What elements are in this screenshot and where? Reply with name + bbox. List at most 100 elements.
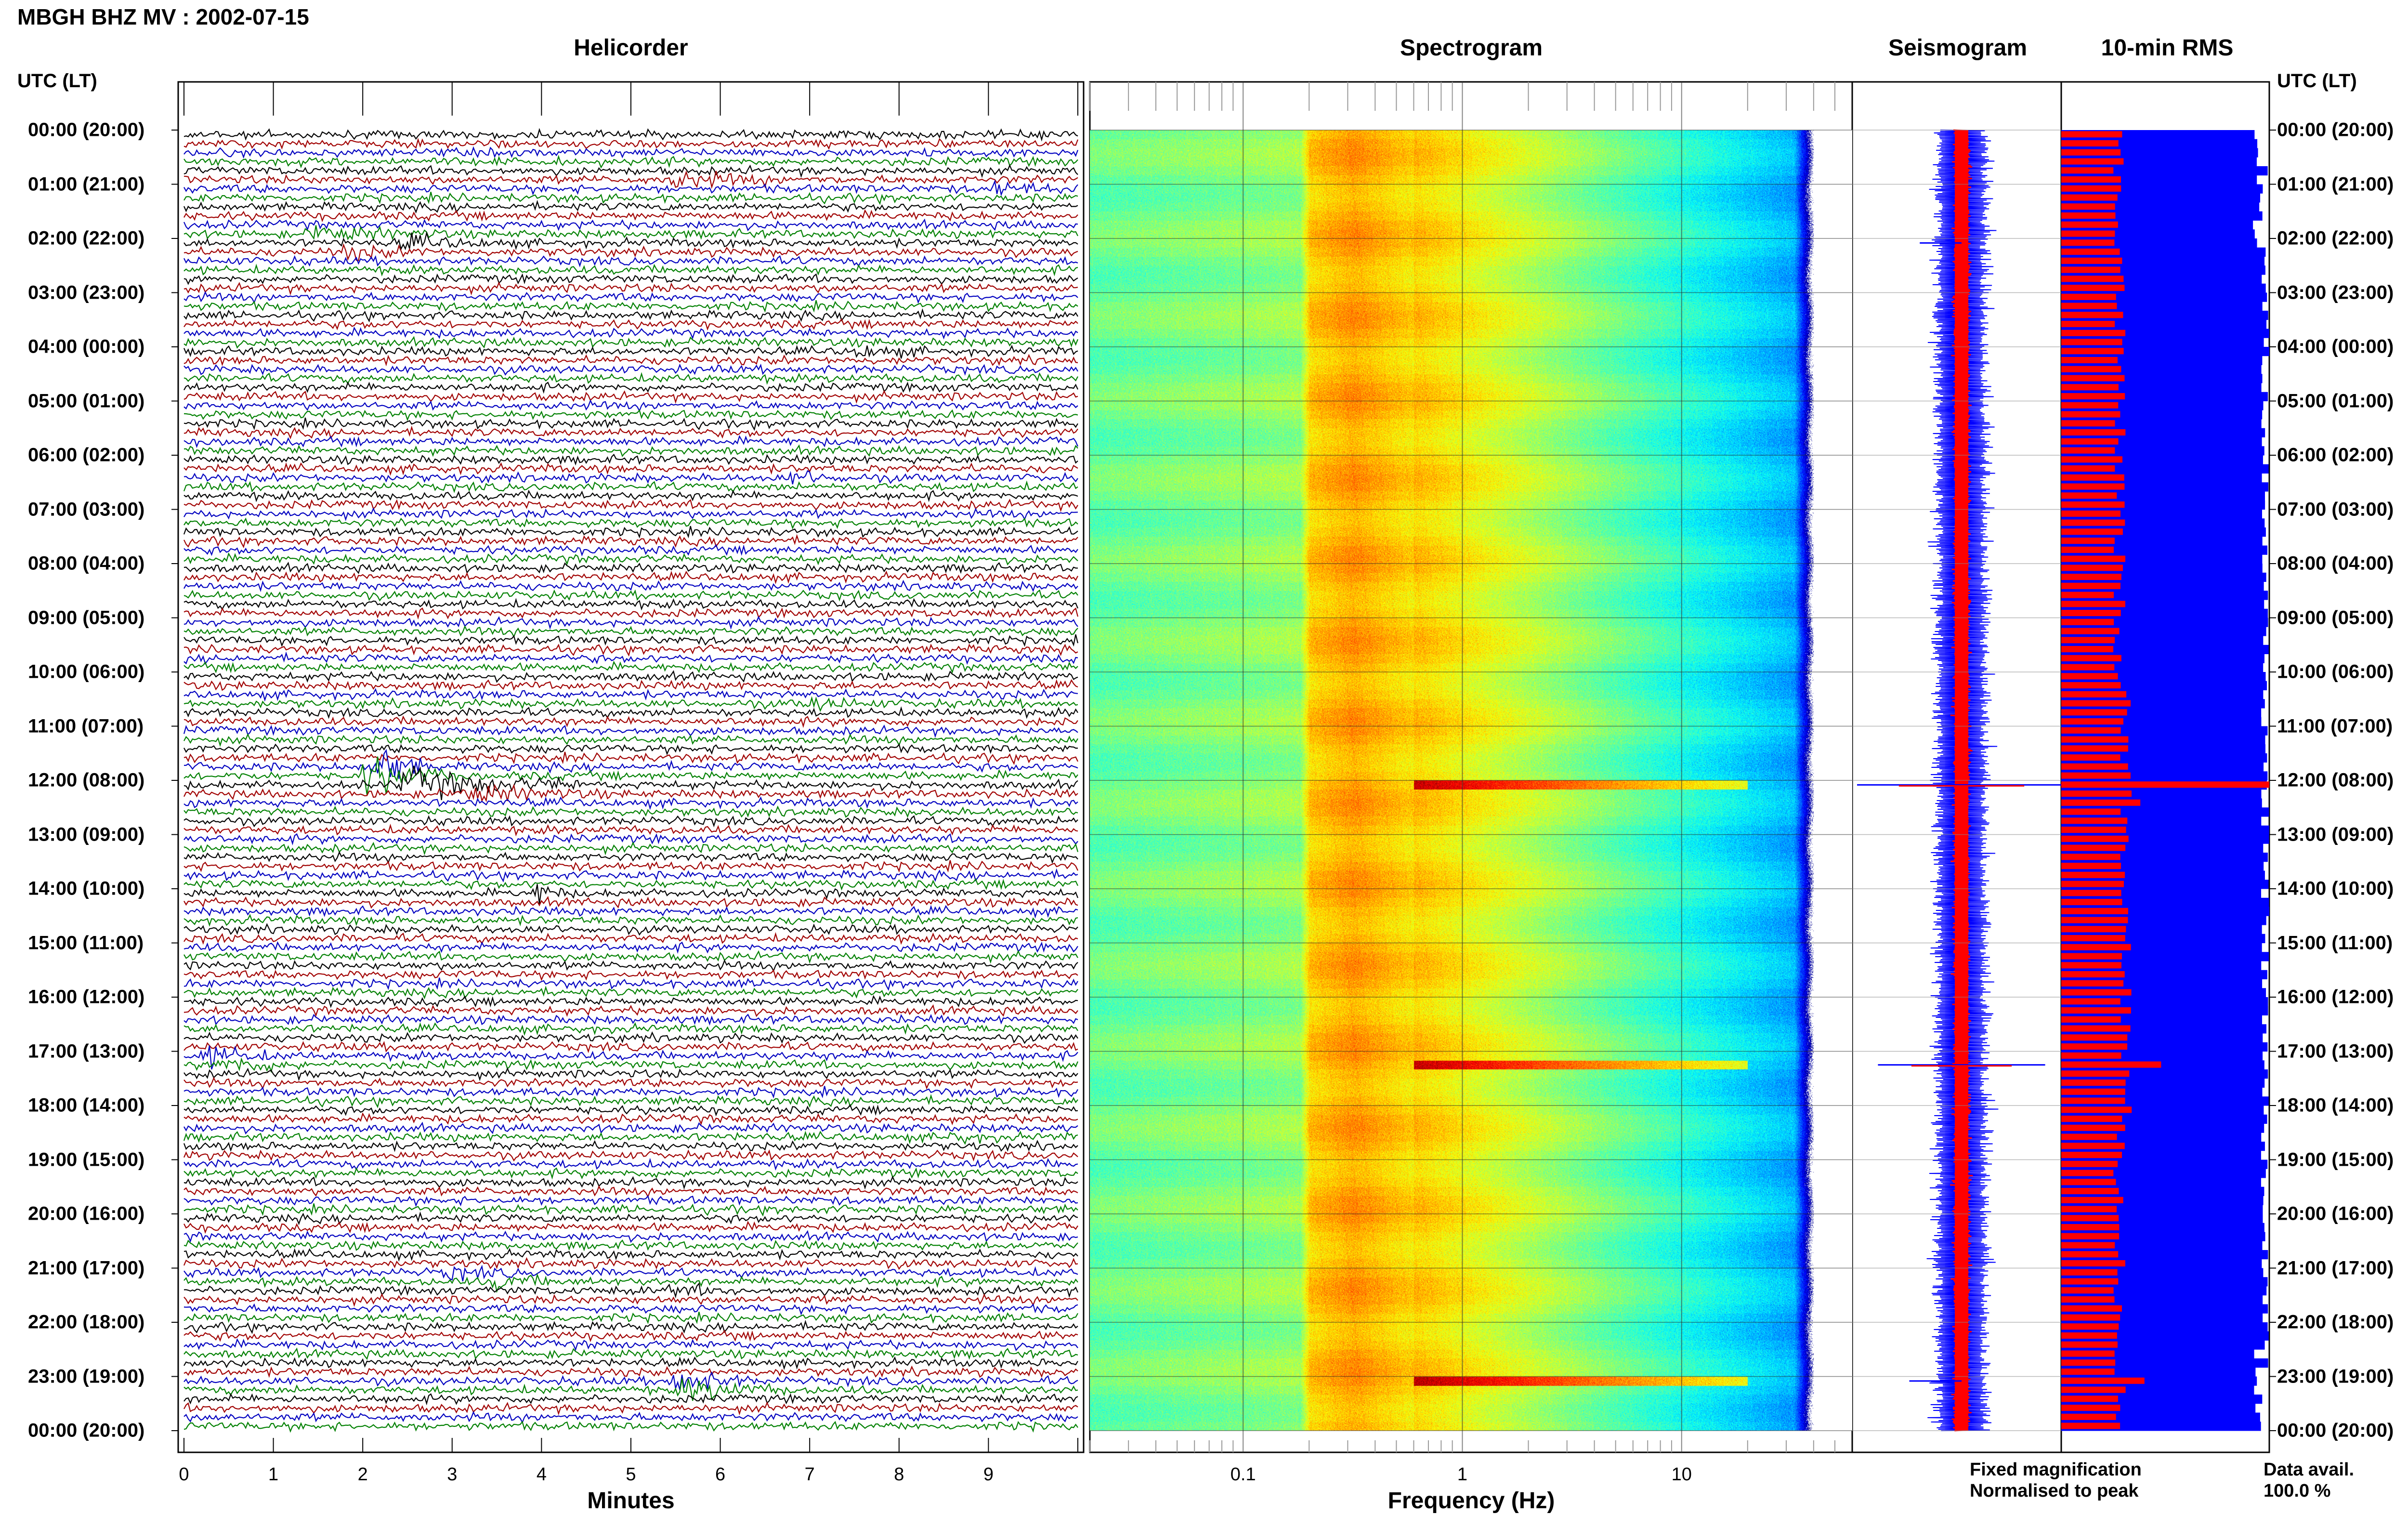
rms-normalised-bar [2061,944,2131,950]
rms-normalised-bar [2061,1124,2125,1131]
helicorder-trace [183,1022,1078,1036]
rms-normalised-bar [2061,980,2124,987]
rms-normalised-bar [2061,158,2124,165]
helicorder-trace [183,1104,1078,1117]
rms-normalised-bar [2061,221,2118,228]
rms-normalised-bar [2061,673,2118,680]
helicorder-trace [183,344,1078,359]
helicorder-trace [183,390,1078,404]
spectrogram-tick-label: 0.1 [1230,1464,1256,1485]
rms-normalised-bar [2061,510,2121,517]
rms-normalised-bar [2061,357,2118,364]
rms-normalised-bar [2061,700,2131,707]
helicorder-trace [183,544,1078,557]
legend-fixed: Fixed magnification [1970,1460,2142,1480]
helicorder-trace [183,146,1079,159]
rms-normalised-bar [2061,1143,2125,1149]
rms-normalised-bar [2061,1305,2122,1312]
helicorder-trace [183,1031,1078,1044]
helicorder-trace [183,1211,1078,1225]
rms-normalised-bar [2061,456,2123,463]
rms-normalised-bar [2061,835,2129,842]
rms-normalised-bar [2061,366,2121,372]
helicorder-trace [183,1057,1079,1073]
helicorder-trace [183,138,1079,150]
rms-normalised-bar [2061,312,2123,318]
helicorder-tick-label: 6 [715,1464,726,1485]
rms-normalised-bar [2061,447,2115,454]
rms-normalised-bar [2061,1314,2120,1321]
helicorder-trace [183,570,1078,584]
helicorder-trace [183,1094,1078,1108]
rms-normalised-bar [2061,799,2141,806]
helicorder-tick-label: 3 [447,1464,458,1485]
rms-normalised-bar [2061,321,2115,328]
helicorder-trace [183,851,1078,864]
rms-normalised-bar [2061,718,2123,725]
helicorder-trace [183,815,1078,828]
rms-normalised-bar [2061,772,2131,779]
helicorder-trace [183,192,1078,205]
rms-normalised-bar [2061,1233,2120,1239]
rms-normalised-bar [2061,131,2122,138]
helicorder-trace [183,562,1078,574]
helicorder-trace [183,1040,1078,1053]
rms-normalised-bar [2061,619,2114,625]
rms-normalised-bar [2061,1278,2119,1285]
rms-normalised-bar [2061,908,2128,914]
helicorder-trace [183,914,1078,927]
rms-normalised-bar [2061,176,2121,183]
rms-normalised-bar [2061,1377,2145,1384]
rms-normalised-bar [2061,844,2126,851]
rms-normalised-bar [2061,1025,2131,1032]
helicorder-trace [183,155,1078,169]
rms-normalised-bar [2061,1152,2122,1159]
rms-normalised-bar [2061,384,2119,391]
helicorder-trace [183,589,1078,602]
helicorder-trace [183,444,1078,457]
helicorder-trace [183,733,1078,747]
rms-normalised-bar [2061,293,2116,300]
rms-normalised-bar [2061,682,2121,689]
helicorder-trace [183,243,1078,262]
helicorder-trace [183,1131,1078,1145]
helicorder-trace [183,1195,1078,1207]
rms-normalised-bar [2061,989,2132,996]
rms-normalised-bar [2061,601,2125,607]
rms-normalised-bar [2061,827,2126,833]
helicorder-trace [183,715,1078,728]
helicorder-trace [183,969,1078,981]
rms-normalised-bar [2061,1422,2120,1429]
helicorder-trace [183,696,1078,712]
rms-normalised-bar [2061,899,2122,906]
rms-normalised-bar [2061,1097,2125,1104]
helicorder-trace [183,425,1078,440]
helicorder-trace [183,1121,1078,1135]
helicorder-trace [183,977,1078,991]
helicorder-trace [183,1378,1078,1401]
rms-normalised-bar [2061,474,2124,481]
helicorder-trace [183,634,1079,647]
helicorder-trace [183,1365,1078,1378]
rms-normalised-bar [2061,140,2119,147]
rms-normalised-bar [2061,1396,2118,1402]
helicorder-trace [183,1338,1078,1352]
rms-normalised-bar [2061,1052,2121,1059]
rms-normalised-bar [2061,402,2119,408]
rms-normalised-bar [2061,339,2122,345]
helicorder-trace [183,1203,1078,1217]
rms-normalised-bar [2061,1160,2118,1167]
rms-normalised-bar [2061,1215,2119,1222]
spectrogram-tick-label: 1 [1457,1464,1468,1485]
helicorder-trace [183,1230,1078,1243]
rms-normalised-bar [2061,1332,2117,1339]
helicorder-trace [183,841,1079,856]
helicorder-trace [183,480,1078,493]
rms-normalised-bar [2061,420,2115,427]
helicorder-trace [183,751,1078,765]
helicorder-trace [183,1014,1078,1026]
rms-normalised-bar [2061,329,2126,336]
helicorder-trace [183,805,1078,818]
helicorder-trace [183,225,1078,242]
helicorder-tick-label: 2 [357,1464,368,1485]
